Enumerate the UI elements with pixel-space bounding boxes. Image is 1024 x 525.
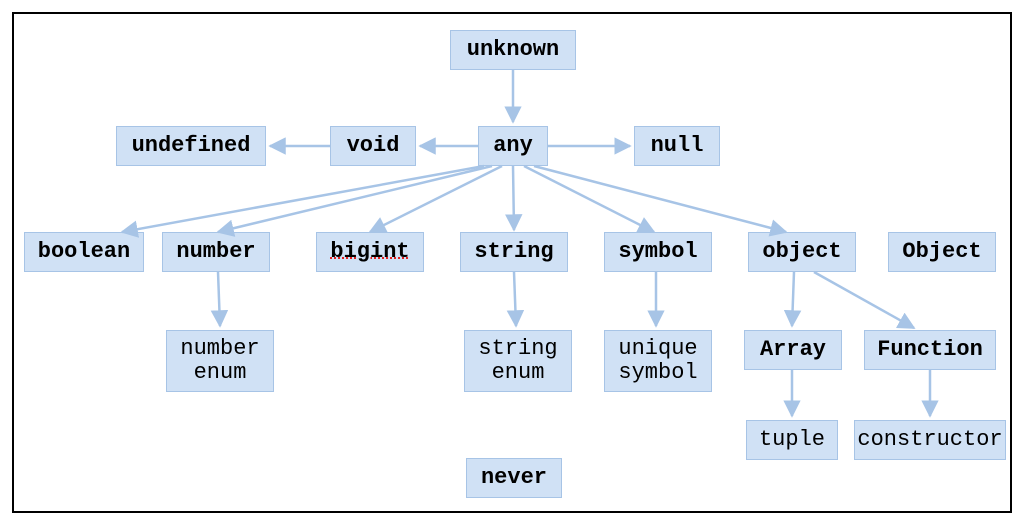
node-label: Function bbox=[877, 338, 983, 362]
node-unknown: unknown bbox=[450, 30, 576, 70]
node-array: Array bbox=[744, 330, 842, 370]
node-label: constructor bbox=[857, 428, 1002, 452]
node-null: null bbox=[634, 126, 720, 166]
node-label: bigint bbox=[330, 240, 409, 264]
node-unique-symbol: unique symbol bbox=[604, 330, 712, 392]
node-void: void bbox=[330, 126, 416, 166]
node-any: any bbox=[478, 126, 548, 166]
node-label: Object bbox=[902, 240, 981, 264]
node-label: undefined bbox=[132, 134, 251, 158]
node-tuple: tuple bbox=[746, 420, 838, 460]
node-number-enum: number enum bbox=[166, 330, 274, 392]
node-symbol: symbol bbox=[604, 232, 712, 272]
node-label: Array bbox=[760, 338, 826, 362]
node-label: symbol bbox=[618, 240, 697, 264]
node-object-class: Object bbox=[888, 232, 996, 272]
node-never: never bbox=[466, 458, 562, 498]
node-function: Function bbox=[864, 330, 996, 370]
node-label: number enum bbox=[180, 337, 259, 385]
node-label: boolean bbox=[38, 240, 130, 264]
node-constructor: constructor bbox=[854, 420, 1006, 460]
node-label: any bbox=[493, 134, 533, 158]
node-label: number bbox=[176, 240, 255, 264]
node-label: unique symbol bbox=[618, 337, 697, 385]
diagram-frame: unknown any undefined void null boolean … bbox=[12, 12, 1012, 513]
node-label: unknown bbox=[467, 38, 559, 62]
node-label: never bbox=[481, 466, 547, 490]
node-label: object bbox=[762, 240, 841, 264]
node-label: string enum bbox=[478, 337, 557, 385]
node-number: number bbox=[162, 232, 270, 272]
node-boolean: boolean bbox=[24, 232, 144, 272]
node-bigint: bigint bbox=[316, 232, 424, 272]
node-string-enum: string enum bbox=[464, 330, 572, 392]
node-string: string bbox=[460, 232, 568, 272]
node-label: tuple bbox=[759, 428, 825, 452]
node-object: object bbox=[748, 232, 856, 272]
node-label: string bbox=[474, 240, 553, 264]
node-label: null bbox=[651, 134, 704, 158]
node-undefined: undefined bbox=[116, 126, 266, 166]
node-label: void bbox=[347, 134, 400, 158]
